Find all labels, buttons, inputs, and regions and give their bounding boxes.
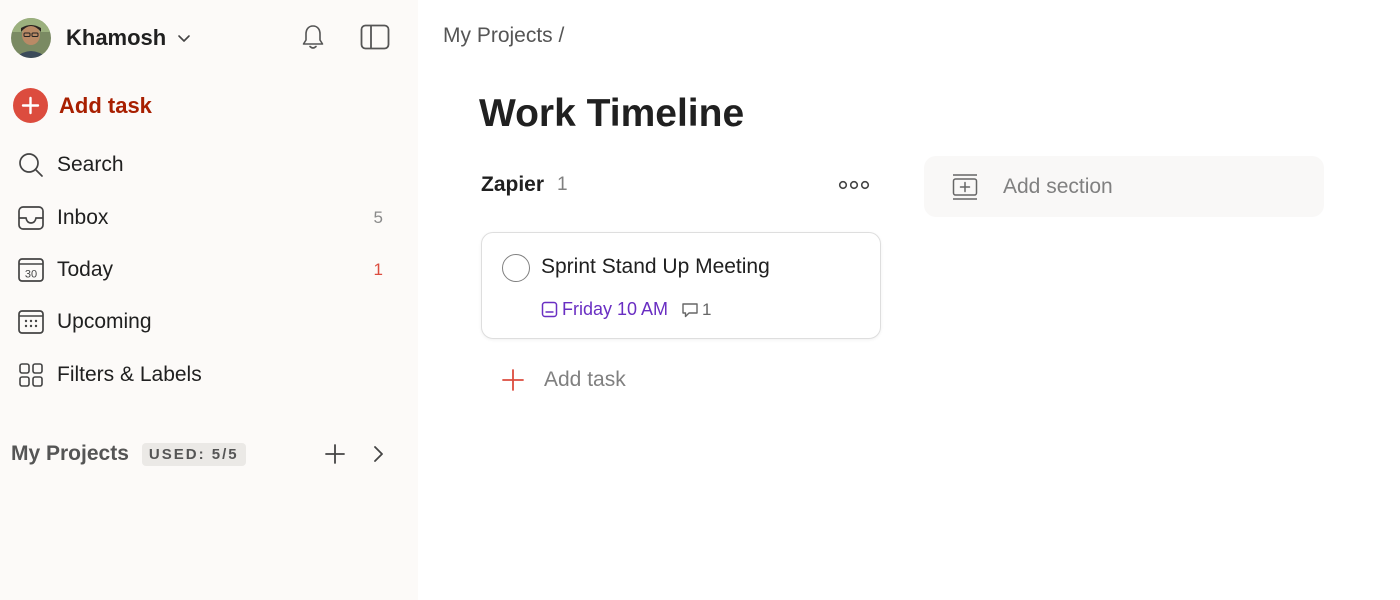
sidebar-nav: Search Inbox 5 30 Today 1 Upcoming Filte… bbox=[0, 139, 418, 401]
user-name: Khamosh bbox=[66, 25, 167, 50]
search-icon bbox=[17, 151, 45, 179]
chevron-right-icon bbox=[374, 446, 383, 462]
sidebar-item-label: Upcoming bbox=[57, 310, 152, 334]
grid-icon bbox=[17, 361, 45, 389]
section-more-button[interactable] bbox=[837, 174, 871, 196]
task-meta: Friday 10 AM 1 bbox=[541, 299, 712, 320]
section-name[interactable]: Zapier bbox=[481, 173, 544, 197]
plus-circle-icon bbox=[13, 88, 48, 123]
avatar bbox=[11, 18, 51, 58]
main-content: My Projects / Work Timeline Zapier 1 Spr… bbox=[418, 0, 1400, 600]
add-task-label: Add task bbox=[59, 92, 152, 118]
inbox-icon bbox=[17, 204, 45, 232]
section-task-count: 1 bbox=[557, 174, 568, 195]
section-add-task-button[interactable]: Add task bbox=[501, 368, 626, 392]
my-projects-header: My Projects USED: 5/5 bbox=[11, 436, 401, 472]
add-section-label: Add section bbox=[1003, 174, 1113, 198]
add-project-button[interactable] bbox=[322, 440, 348, 468]
my-projects-link[interactable]: My Projects bbox=[11, 442, 129, 466]
calendar-today-icon: 30 bbox=[17, 256, 45, 284]
toggle-sidebar-button[interactable] bbox=[357, 20, 393, 54]
today-icon-date: 30 bbox=[25, 268, 37, 280]
app-window: Khamosh Add task Search Inbox 5 30 Today… bbox=[0, 0, 1400, 600]
page-title: Work Timeline bbox=[479, 92, 745, 135]
add-task-button[interactable]: Add task bbox=[13, 88, 152, 123]
sidebar-item-search[interactable]: Search bbox=[0, 139, 418, 191]
usage-badge: USED: 5/5 bbox=[141, 442, 246, 466]
breadcrumb-my-projects[interactable]: My Projects bbox=[443, 24, 553, 47]
task-title: Sprint Stand Up Meeting bbox=[541, 255, 770, 278]
sidebar: Khamosh Add task Search Inbox 5 30 Today… bbox=[0, 0, 418, 600]
sidebar-item-inbox[interactable]: Inbox 5 bbox=[0, 191, 418, 243]
sidebar-item-label: Filters & Labels bbox=[57, 362, 202, 386]
sidebar-item-upcoming[interactable]: Upcoming bbox=[0, 296, 418, 348]
section-header: Zapier 1 bbox=[481, 170, 881, 200]
sidebar-item-count: 1 bbox=[373, 259, 383, 279]
comment-icon bbox=[681, 301, 699, 319]
breadcrumb-separator: / bbox=[558, 24, 565, 47]
notifications-button[interactable] bbox=[296, 20, 330, 54]
task-due-date[interactable]: Friday 10 AM bbox=[562, 299, 668, 320]
sidebar-item-label: Today bbox=[57, 257, 114, 281]
add-section-button[interactable]: Add section bbox=[924, 156, 1324, 217]
chevron-down-icon bbox=[178, 35, 191, 42]
add-section-icon bbox=[952, 173, 978, 200]
plus-icon bbox=[325, 444, 345, 464]
sidebar-panel-icon bbox=[360, 24, 390, 50]
task-card[interactable]: Sprint Stand Up Meeting Friday 10 AM 1 bbox=[481, 232, 881, 339]
calendar-grid-icon bbox=[17, 308, 45, 336]
task-comment-count: 1 bbox=[702, 299, 712, 319]
sidebar-item-count: 5 bbox=[373, 207, 383, 227]
bell-icon bbox=[302, 25, 324, 49]
task-complete-checkbox[interactable] bbox=[502, 254, 530, 282]
calendar-icon bbox=[541, 301, 558, 318]
sidebar-item-filters-labels[interactable]: Filters & Labels bbox=[0, 349, 418, 401]
user-menu[interactable]: Khamosh bbox=[11, 18, 192, 58]
more-horizontal-icon bbox=[838, 180, 870, 190]
sidebar-item-label: Search bbox=[57, 153, 124, 177]
expand-projects-button[interactable] bbox=[367, 440, 389, 468]
plus-icon bbox=[501, 368, 525, 392]
breadcrumb: My Projects / bbox=[443, 24, 564, 48]
sidebar-item-label: Inbox bbox=[57, 205, 109, 229]
section-add-task-label: Add task bbox=[544, 368, 626, 391]
sidebar-item-today[interactable]: 30 Today 1 bbox=[0, 244, 418, 296]
